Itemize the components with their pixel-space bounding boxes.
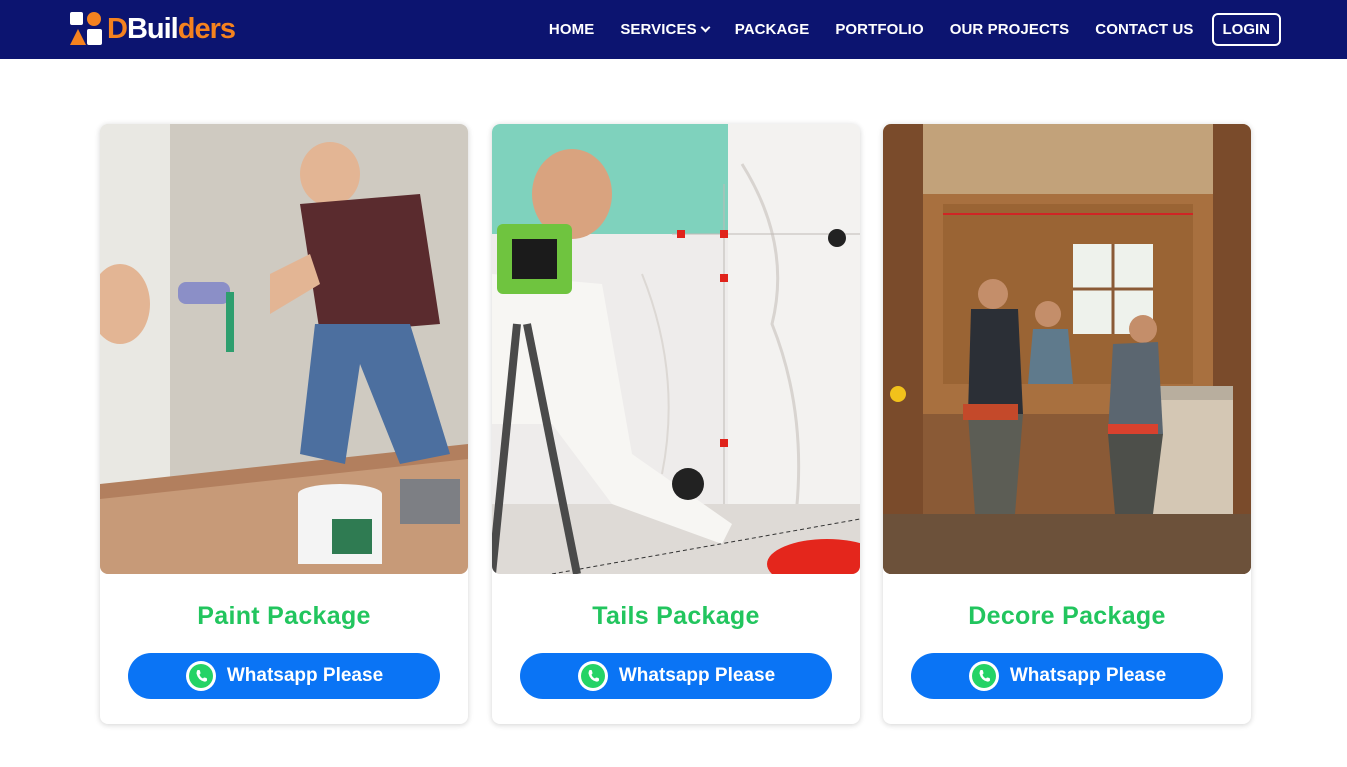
logo-mark-icon [70,12,104,46]
card-title: Tails Package [592,602,760,630]
whatsapp-button[interactable]: Whatsapp Please [128,653,440,699]
top-navbar: DBuilders HOME SERVICES PACKAGE PORTFOLI… [0,0,1347,59]
main-nav: HOME SERVICES PACKAGE PORTFOLIO OUR PROJ… [523,0,1281,59]
brand-logo[interactable]: DBuilders [70,12,236,46]
whatsapp-icon [577,661,608,691]
whatsapp-button-label: Whatsapp Please [618,665,776,686]
chevron-down-icon [700,22,711,33]
nav-package[interactable]: PACKAGE [735,21,810,38]
paint-package-image [100,124,468,574]
package-card-decore: Decore Package Whatsapp Please [883,124,1251,724]
nav-services[interactable]: SERVICES [620,21,711,38]
whatsapp-button-label: Whatsapp Please [226,665,384,686]
package-card-tails: Tails Package Whatsapp Please [492,124,860,724]
nav-portfolio[interactable]: PORTFOLIO [835,21,923,38]
nav-our-projects[interactable]: OUR PROJECTS [950,21,1070,38]
whatsapp-button[interactable]: Whatsapp Please [911,653,1223,699]
whatsapp-button[interactable]: Whatsapp Please [520,653,832,699]
whatsapp-icon [185,661,216,691]
card-title: Paint Package [197,602,371,630]
nav-services-label: SERVICES [620,21,697,38]
package-card-paint: Paint Package Whatsapp Please [100,124,468,724]
card-title: Decore Package [968,602,1166,630]
login-button[interactable]: LOGIN [1211,13,1281,46]
nav-home[interactable]: HOME [549,21,594,38]
brand-name: DBuilders [107,13,236,45]
whatsapp-icon [968,661,999,691]
tails-package-image [492,124,860,574]
nav-contact-us[interactable]: CONTACT US [1095,21,1193,38]
decore-package-image [883,124,1251,574]
whatsapp-button-label: Whatsapp Please [1009,665,1167,686]
